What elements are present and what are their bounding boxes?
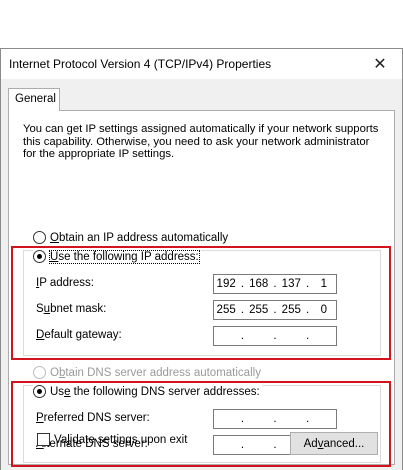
close-button[interactable]: ✕ [358, 49, 402, 79]
highlight-ip-section [11, 246, 391, 360]
dialog-title: Internet Protocol Version 4 (TCP/IPv4) P… [9, 57, 272, 71]
checkbox-label: Validate settings upon exit [54, 433, 188, 446]
radio-button[interactable] [33, 231, 46, 244]
validate-settings-checkbox[interactable]: Validate settings upon exit [37, 433, 187, 446]
radio-obtain-ip-auto[interactable]: Obtain an IP address automatically [33, 231, 228, 244]
advanced-button-label: Advanced... [303, 437, 365, 450]
radio-button-disabled [33, 366, 46, 379]
close-icon: ✕ [373, 56, 387, 73]
radio-label: Obtain an IP address automatically [50, 231, 229, 244]
radio-obtain-dns-auto[interactable]: Obtain DNS server address automatically [33, 366, 261, 379]
title-bar: Internet Protocol Version 4 (TCP/IPv4) P… [1, 49, 402, 79]
advanced-button[interactable]: Advanced... [290, 432, 378, 455]
radio-label: Obtain DNS server address automatically [50, 366, 261, 379]
general-panel: You can get IP settings assigned automat… [8, 110, 395, 467]
intro-text: You can get IP settings assigned automat… [23, 123, 379, 160]
properties-dialog: Internet Protocol Version 4 (TCP/IPv4) P… [0, 48, 403, 470]
checkbox[interactable] [37, 433, 50, 446]
tab-general[interactable]: General [8, 88, 60, 111]
